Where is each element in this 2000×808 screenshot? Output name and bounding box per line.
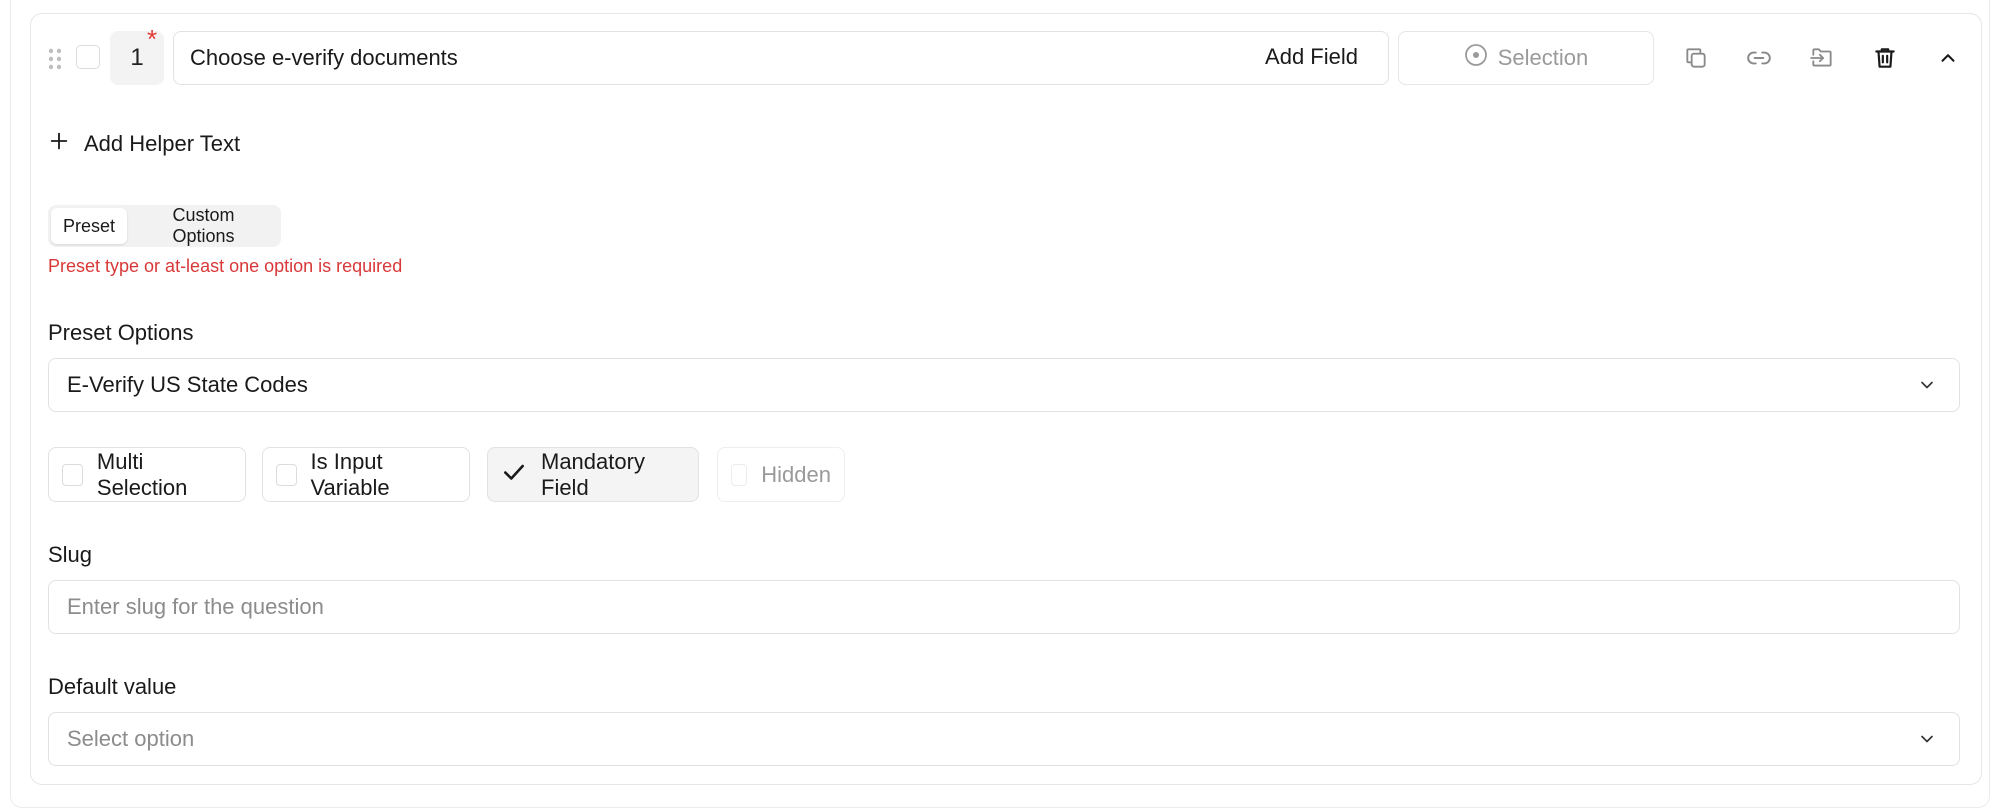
add-helper-text-label: Add Helper Text [84,131,241,156]
chevron-down-icon [1917,729,1937,754]
default-value-placeholder: Select option [67,726,195,751]
duplicate-icon[interactable] [1682,44,1710,72]
is-input-variable-checkbox[interactable]: Is Input Variable [262,447,470,502]
link-icon[interactable] [1745,44,1773,72]
chevron-down-icon [1917,375,1937,400]
checkbox-box [62,463,83,486]
checkbox-box [276,463,297,486]
default-value-select[interactable]: Select option [48,712,1960,766]
multi-selection-label: Multi Selection [96,448,188,500]
hidden-checkbox[interactable]: Hidden [717,447,845,502]
checkbox-box [731,463,748,486]
question-type-label: Selection [1497,45,1589,70]
chevron-up-icon[interactable] [1934,44,1962,72]
question-number-text: 1 [130,44,144,71]
preset-options-value: E-Verify US State Codes [67,372,308,397]
selection-radio-icon [1464,43,1488,73]
is-input-variable-label: Is Input Variable [310,448,390,500]
preset-options-select[interactable]: E-Verify US State Codes [48,358,1960,412]
slug-input[interactable] [48,580,1960,634]
mandatory-field-label: Mandatory Field [541,448,645,500]
row-select-checkbox[interactable] [76,45,100,69]
plus-icon [48,130,70,158]
add-helper-text-button[interactable]: Add Helper Text [48,130,240,158]
tab-preset[interactable]: Preset [51,208,128,244]
move-icon[interactable] [1808,44,1836,72]
question-type-selector[interactable]: Selection [1398,31,1654,85]
preset-options-label: Preset Options [48,320,194,345]
mandatory-field-checkbox[interactable]: Mandatory Field [487,447,699,502]
drag-handle-icon[interactable] [48,48,62,70]
tab-custom-options[interactable]: Custom Options [129,205,278,246]
question-title-field[interactable]: Choose e-verify documents Add Field [173,31,1389,85]
required-marker: * [147,24,158,54]
add-field-button[interactable]: Add Field [1265,44,1358,70]
multi-selection-checkbox[interactable]: Multi Selection [48,447,246,502]
slug-label: Slug [48,542,93,567]
hidden-label: Hidden [761,461,831,487]
default-value-label: Default value [48,674,177,699]
options-mode-toggle: Preset Custom Options [48,205,281,247]
question-title-text[interactable]: Choose e-verify documents [190,45,458,71]
trash-icon[interactable] [1871,44,1899,72]
validation-error: Preset type or at-least one option is re… [48,256,403,276]
check-icon [501,459,527,491]
